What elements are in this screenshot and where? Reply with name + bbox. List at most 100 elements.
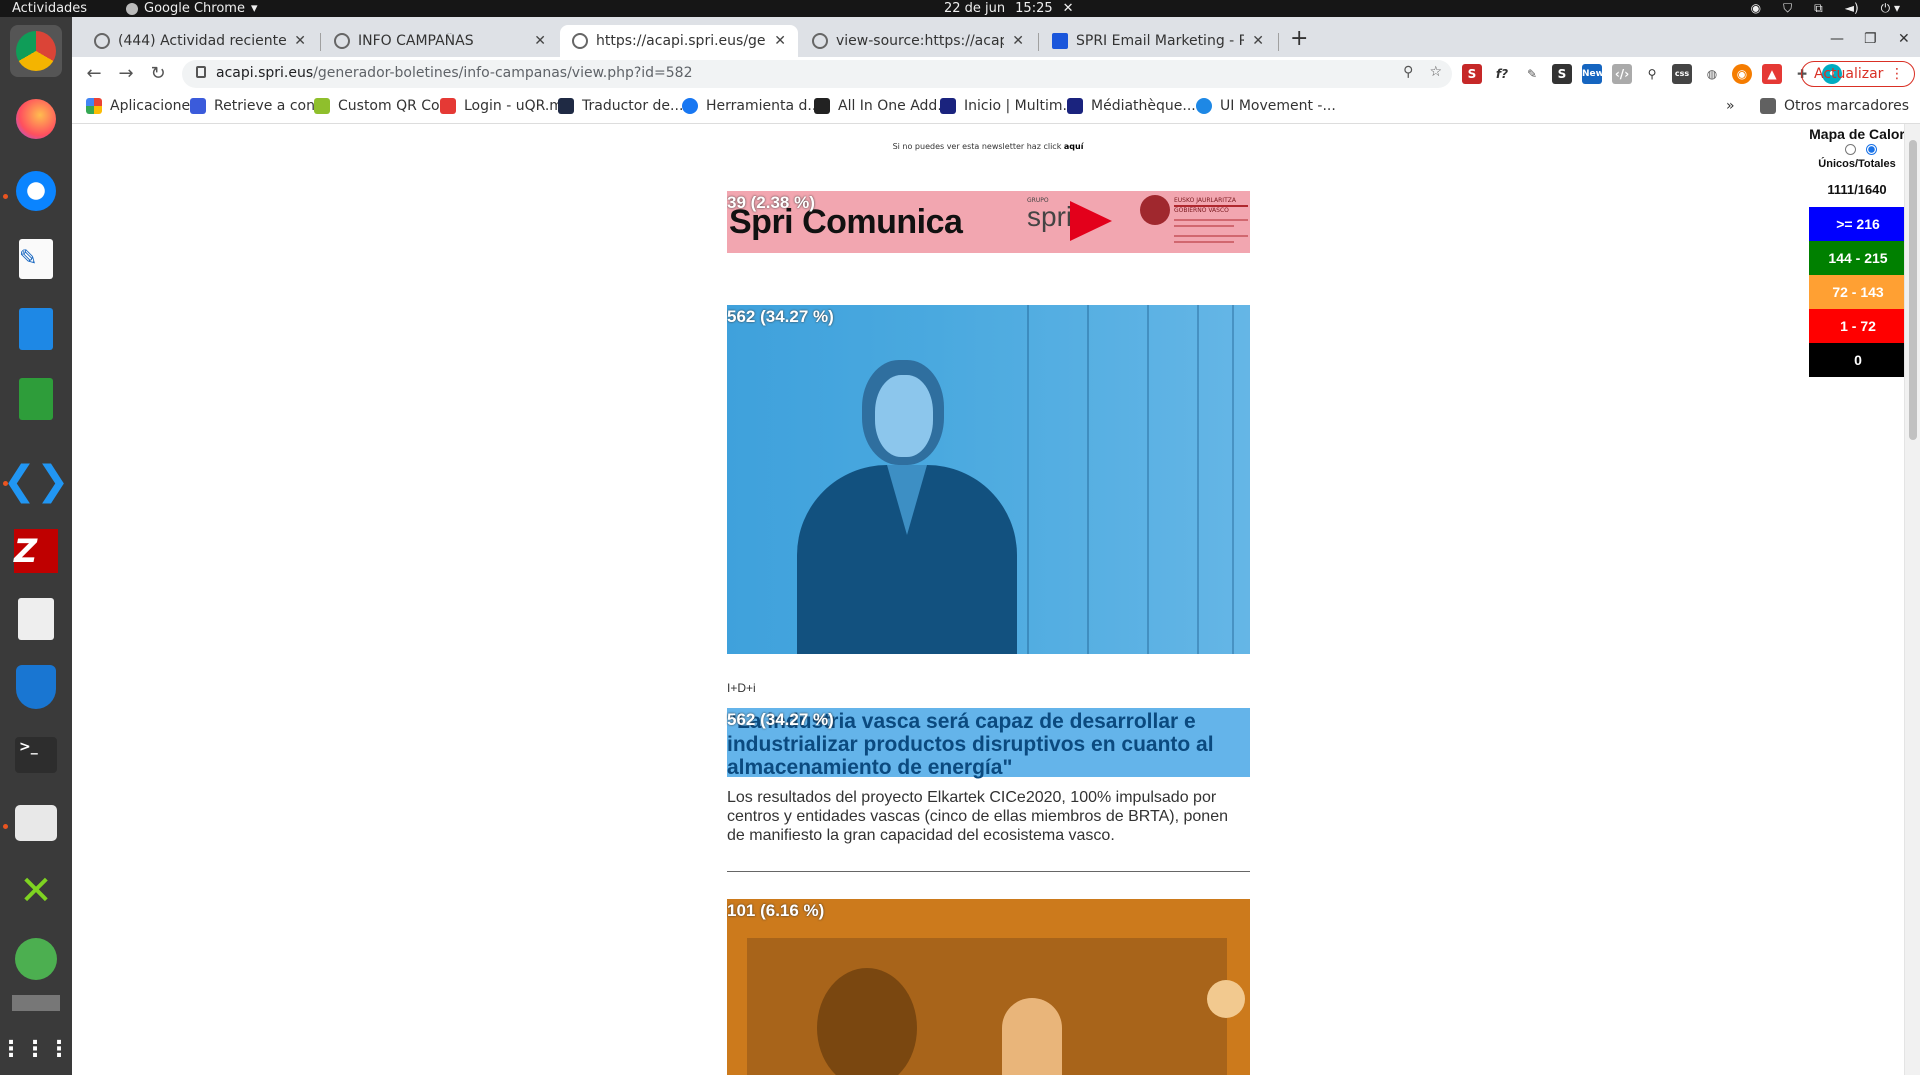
- extension-orange-icon[interactable]: ◉: [1732, 64, 1752, 84]
- document-viewer-dock-icon[interactable]: [10, 593, 62, 645]
- close-window-button[interactable]: ✕: [1898, 31, 1910, 47]
- show-apps-icon[interactable]: ⋮⋮⋮: [0, 1023, 70, 1075]
- globe-icon: [812, 33, 828, 49]
- app-menu[interactable]: Google Chrome ▾: [126, 0, 258, 17]
- extension-new-icon[interactable]: New: [1582, 64, 1604, 84]
- close-icon[interactable]: ✕: [1252, 33, 1264, 49]
- radio-totales[interactable]: [1866, 144, 1877, 155]
- url-path: /generador-boletines/info-campanas/view.…: [313, 65, 693, 81]
- calc-dock-icon[interactable]: [10, 373, 62, 425]
- notice-link[interactable]: aquí: [1064, 142, 1084, 151]
- bookmark-herramienta[interactable]: Herramienta d...: [682, 98, 821, 114]
- extension-font-icon[interactable]: f?: [1492, 64, 1512, 84]
- bookmarks-overflow-button[interactable]: »: [1726, 98, 1735, 114]
- extension-search-badge-icon[interactable]: ⚲: [1642, 64, 1662, 84]
- clock[interactable]: 22 de jun 15:25 ✕: [944, 0, 1074, 17]
- reload-button[interactable]: ↻: [146, 62, 170, 86]
- tab-spri-email[interactable]: SPRI Email Marketing - Re ✕: [1040, 25, 1276, 57]
- radio-unicos[interactable]: [1845, 144, 1856, 155]
- facebook-icon: [682, 98, 698, 114]
- extension-s-dark-icon[interactable]: S: [1552, 64, 1572, 84]
- url-text: acapi.spri.eus/generador-boletines/info-…: [216, 65, 693, 81]
- bookmark-uqr[interactable]: Login - uQR.me: [440, 98, 572, 114]
- close-icon[interactable]: ✕: [774, 33, 786, 49]
- notice-text: Si no puedes ver esta newsletter haz cli…: [892, 142, 1064, 151]
- inkscape-dock-icon[interactable]: ✕: [10, 865, 62, 917]
- text-editor-dock-icon[interactable]: ✎: [10, 233, 62, 285]
- writer-dock-icon[interactable]: [10, 303, 62, 355]
- bookmark-star-icon[interactable]: ☆: [1429, 64, 1442, 80]
- bookmark-all-in-one[interactable]: All In One Add...: [814, 98, 951, 114]
- trash-dock-icon[interactable]: [10, 989, 62, 1017]
- bookmark-label: Aplicaciones: [110, 98, 198, 114]
- chevron-down-icon: ▾: [250, 1, 258, 16]
- bookmarks-bar: Aplicaciones Retrieve a con... Custom QR…: [72, 91, 1920, 124]
- extension-code-icon[interactable]: ‹/›: [1612, 64, 1632, 84]
- terminal-dock-icon[interactable]: >_: [10, 729, 62, 781]
- new-tab-button[interactable]: +: [1290, 26, 1308, 51]
- scrollbar-thumb[interactable]: [1909, 140, 1917, 440]
- article-image-1[interactable]: 562 (34.27 %): [727, 305, 1250, 654]
- close-icon[interactable]: ✕: [534, 33, 546, 49]
- close-icon[interactable]: ✕: [294, 33, 306, 49]
- bookmark-translator[interactable]: Traductor de...: [558, 98, 683, 114]
- address-bar[interactable]: acapi.spri.eus/generador-boletines/info-…: [182, 60, 1452, 88]
- tab-acapi-active[interactable]: https://acapi.spri.eus/gen ✕: [560, 25, 798, 57]
- thunderbird-dock-icon[interactable]: [10, 165, 62, 217]
- heatmap-title: Mapa de Calor: [1809, 126, 1904, 142]
- back-button[interactable]: ←: [82, 62, 106, 86]
- triangle-icon: [940, 98, 956, 114]
- tab-linkedin[interactable]: (444) Actividad reciente | ✕: [82, 25, 318, 57]
- lock-icon: [196, 66, 206, 78]
- tab-title: INFO CAMPAÑAS: [358, 33, 474, 49]
- close-icon[interactable]: ✕: [1012, 33, 1024, 49]
- bookmark-custom-qr[interactable]: Custom QR Co...: [314, 98, 453, 114]
- heatmap-count: 1111/1640: [1827, 182, 1887, 197]
- spri-logo: spri: [1027, 201, 1073, 232]
- vpn-shield-dock-icon[interactable]: [10, 661, 62, 713]
- vscode-dock-icon[interactable]: ❮❯: [2, 455, 69, 507]
- extension-s-red-icon[interactable]: S: [1462, 64, 1482, 84]
- extension-red-lock-icon[interactable]: ▲: [1762, 64, 1782, 84]
- tab-view-source[interactable]: view-source:https://acapi ✕: [800, 25, 1036, 57]
- system-tray[interactable]: ◉ ⛉ ⧉ ◄) ⏻ ▾: [1751, 1, 1900, 16]
- globe-icon: [572, 33, 588, 49]
- shield-tray-icon: ⛉: [1783, 1, 1793, 15]
- bookmark-multimedia[interactable]: Inicio | Multim...: [940, 98, 1076, 114]
- bookmark-ui-movement[interactable]: UI Movement -...: [1196, 98, 1336, 114]
- restore-button[interactable]: ❐: [1864, 31, 1877, 47]
- bookmark-apps[interactable]: Aplicaciones: [86, 98, 197, 114]
- activities-button[interactable]: Actividades: [12, 0, 87, 17]
- filezilla-dock-icon[interactable]: Z: [10, 525, 62, 577]
- other-bookmarks[interactable]: Otros marcadores: [1760, 98, 1909, 114]
- firefox-dock-icon[interactable]: [10, 93, 62, 145]
- gov-line-2: GOBIERNO VASCO: [1174, 207, 1229, 214]
- gimp-dock-icon[interactable]: [10, 933, 62, 985]
- extension-globe-icon[interactable]: ◍: [1702, 64, 1722, 84]
- globe-icon: [334, 33, 350, 49]
- chrome-dock-icon[interactable]: [10, 25, 62, 77]
- zoom-icon[interactable]: ⚲: [1403, 64, 1413, 80]
- system-top-bar: Actividades Google Chrome ▾ 22 de jun 15…: [0, 0, 1920, 17]
- bookmark-mediatheque[interactable]: Médiathèque...: [1067, 98, 1196, 114]
- newsletter-banner[interactable]: Spri Comunica GRUPO spri EUSKO JAURLARIT…: [727, 191, 1250, 253]
- bookmark-retrieve[interactable]: Retrieve a con...: [190, 98, 328, 114]
- spri-arrow-icon: [1070, 201, 1112, 241]
- article-headline-link[interactable]: "La industria vasca será capaz de desarr…: [727, 708, 1250, 779]
- bookmark-label: Médiathèque...: [1091, 98, 1196, 114]
- files-dock-icon[interactable]: [10, 797, 62, 849]
- bookmark-label: Herramienta d...: [706, 98, 821, 114]
- extension-css-icon[interactable]: css: [1672, 64, 1692, 84]
- ui-movement-icon: [1196, 98, 1212, 114]
- page-scrollbar[interactable]: [1904, 124, 1920, 1075]
- tab-info-campanas[interactable]: INFO CAMPAÑAS ✕: [322, 25, 558, 57]
- article-image-2[interactable]: 101 (6.16 %): [727, 899, 1250, 1075]
- extension-eyedropper-icon[interactable]: ✎: [1522, 64, 1542, 84]
- minimize-button[interactable]: —: [1830, 31, 1844, 47]
- bookmark-label: Retrieve a con...: [214, 98, 329, 114]
- update-button[interactable]: Actualizar ⋮: [1801, 61, 1915, 87]
- heatmap-mode-radios: [1845, 144, 1877, 155]
- forward-button[interactable]: →: [114, 62, 138, 86]
- heatmap-panel: Mapa de Calor Únicos/Totales 1111/1640 >…: [1807, 124, 1904, 384]
- tab-strip: (444) Actividad reciente | ✕ INFO CAMPAÑ…: [72, 17, 1920, 57]
